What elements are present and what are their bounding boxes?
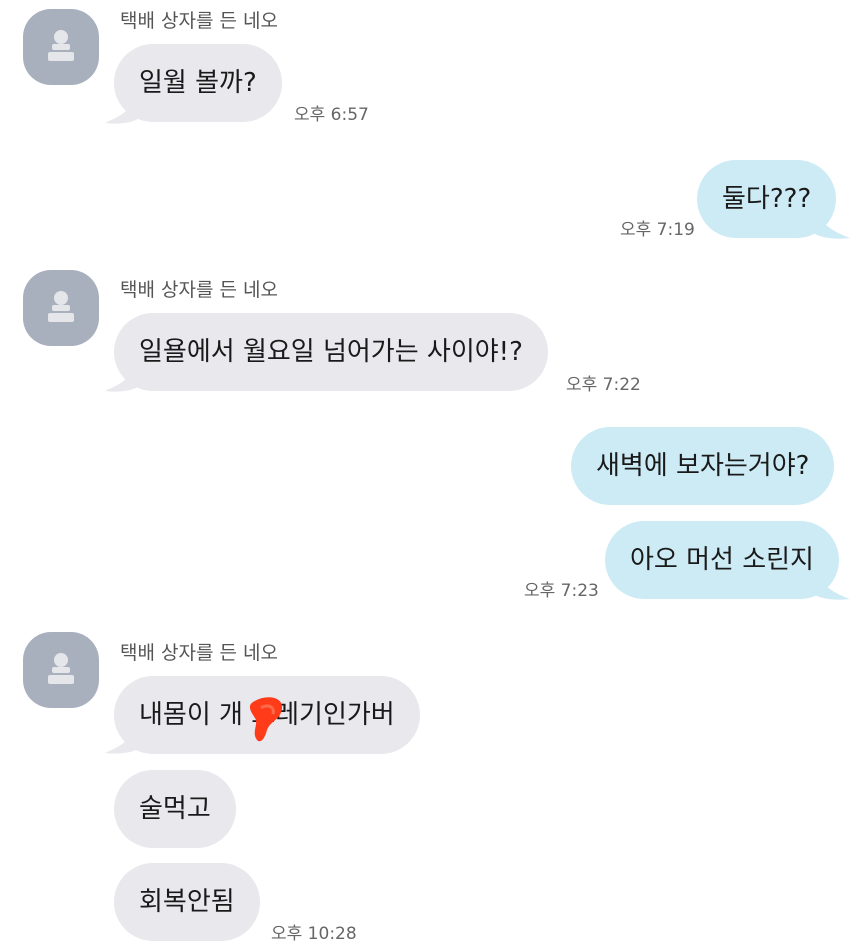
message-bubble[interactable]: 회복안됨	[114, 863, 260, 941]
message-time: 오후 10:28	[271, 924, 357, 944]
default-person-icon	[48, 653, 74, 684]
message-bubble[interactable]: 일월 볼까?	[114, 44, 282, 122]
avatar[interactable]	[23, 9, 99, 85]
message-bubble[interactable]: 일욜에서 월요일 넘어가는 사이야!?	[114, 313, 548, 391]
message-bubble[interactable]: 아오 머선 소린지	[605, 521, 839, 599]
message-time: 오후 6:57	[294, 105, 369, 125]
sender-name: 택배 상자를 든 네오	[120, 279, 278, 301]
message-time: 오후 7:22	[566, 375, 641, 395]
avatar[interactable]	[23, 270, 99, 346]
message-bubble[interactable]: 술먹고	[114, 770, 236, 848]
sender-name: 택배 상자를 든 네오	[120, 642, 278, 664]
message-bubble[interactable]: 새벽에 보자는거야?	[571, 427, 835, 505]
message-time: 오후 7:19	[620, 220, 695, 240]
sender-name: 택배 상자를 든 네오	[120, 10, 278, 32]
default-person-icon	[48, 30, 74, 61]
message-time: 오후 7:23	[524, 581, 599, 601]
default-person-icon	[48, 291, 74, 322]
avatar[interactable]	[23, 632, 99, 708]
redaction-scribble	[249, 697, 283, 742]
message-bubble[interactable]: 둘다???	[697, 160, 837, 238]
